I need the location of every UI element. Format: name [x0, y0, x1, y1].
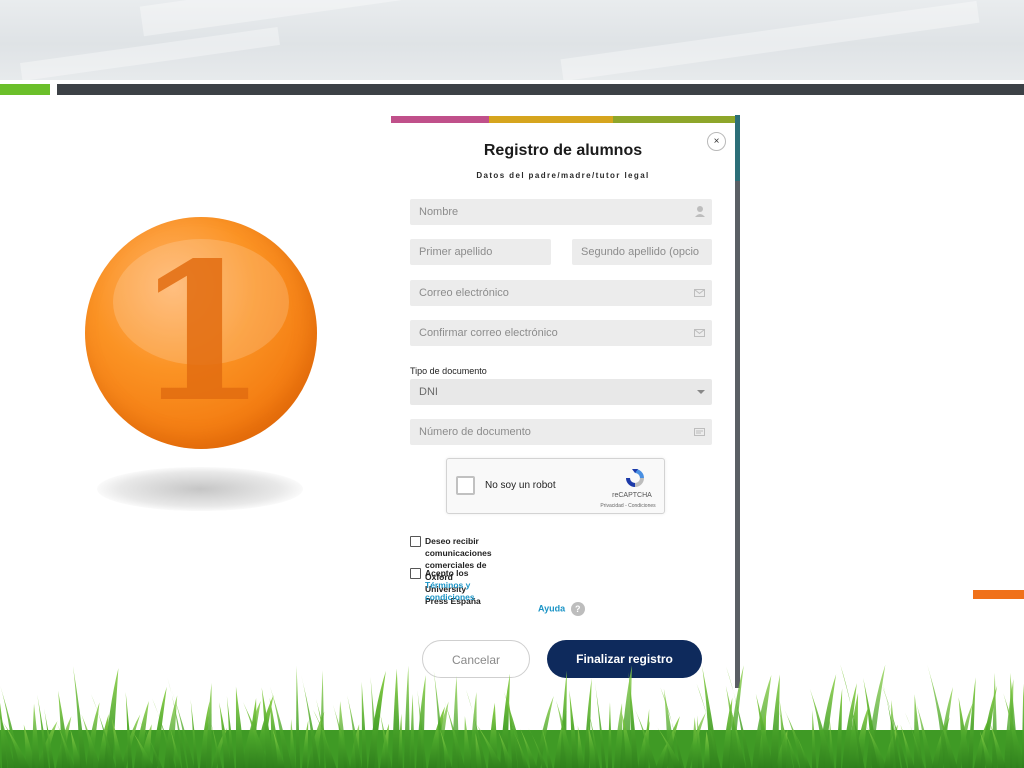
green-accent-bar [0, 84, 50, 95]
form-title: Registro de alumnos [483, 142, 643, 159]
grass-decoration [0, 664, 1024, 768]
color-stripe-pink [391, 116, 489, 123]
terminos-label-prefix: Acepto los [425, 568, 469, 578]
terminos-checkbox[interactable] [410, 568, 421, 579]
terminos-link[interactable]: Términos y condiciones [425, 580, 475, 602]
correo-field[interactable]: Correo electrónico [410, 280, 712, 306]
side-border-teal [735, 115, 740, 181]
user-icon [695, 199, 705, 225]
correo-placeholder: Correo electrónico [419, 287, 509, 299]
orange-accent-bar [973, 590, 1024, 599]
numero-documento-placeholder: Número de documento [419, 426, 531, 438]
dark-header-bar [57, 84, 1024, 95]
segundo-apellido-placeholder: Segundo apellido (opcio [581, 246, 700, 258]
confirmar-correo-field[interactable]: Confirmar correo electrónico [410, 320, 712, 346]
recaptcha-logo-icon [626, 469, 644, 487]
segundo-apellido-field[interactable]: Segundo apellido (opcio [572, 239, 712, 265]
envelope-icon [694, 280, 705, 306]
question-icon: ? [570, 602, 585, 616]
envelope-icon [694, 320, 705, 346]
id-card-icon [694, 419, 705, 445]
chevron-down-icon [697, 390, 705, 394]
step-number-badge: 1 [85, 217, 317, 449]
step-number: 1 [134, 221, 268, 444]
form-subtitle: Datos del padre/madre/tutor legal [476, 171, 650, 180]
tipo-documento-value: DNI [419, 386, 438, 398]
color-stripe-green [613, 116, 735, 123]
tipo-documento-select[interactable]: DNI [410, 379, 712, 405]
top-banner [0, 0, 1024, 80]
recaptcha-widget: No soy un robot reCAPTCHA Privacidad - C… [446, 458, 665, 514]
recaptcha-links[interactable]: Privacidad - Condiciones [589, 503, 667, 509]
help-label: Ayuda [538, 603, 566, 614]
nombre-placeholder: Nombre [419, 206, 459, 218]
recaptcha-checkbox[interactable] [456, 476, 475, 495]
confirmar-correo-placeholder: Confirmar correo electrónico [419, 327, 558, 339]
comunicaciones-checkbox[interactable] [410, 536, 421, 547]
nombre-field[interactable]: Nombre [410, 199, 712, 225]
primer-apellido-field[interactable]: Primer apellido [410, 239, 551, 265]
help-link[interactable]: Ayuda ? [538, 602, 585, 616]
side-border-gray [735, 181, 740, 688]
color-stripe-yellow [489, 116, 613, 123]
numero-documento-field[interactable]: Número de documento [410, 419, 712, 445]
badge-shadow [97, 467, 303, 511]
tipo-documento-label: Tipo de documento [410, 366, 487, 376]
recaptcha-brand: reCAPTCHA [612, 492, 652, 499]
recaptcha-label: No soy un robot [485, 480, 556, 491]
primer-apellido-placeholder: Primer apellido [419, 246, 493, 258]
registration-form: × Registro de alumnos Datos del padre/ma… [391, 115, 740, 688]
